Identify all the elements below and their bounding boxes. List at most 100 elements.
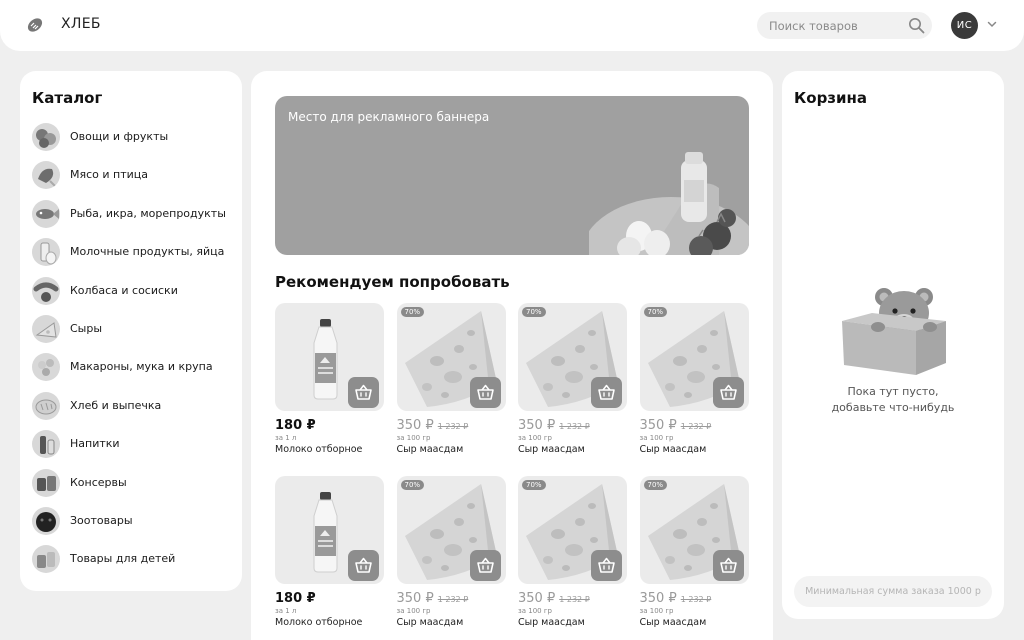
product-image[interactable]: 70% (639, 303, 749, 411)
product-card[interactable]: 70% 350 ₽1 232 ₽ за 100 гр Сыр маасдам (396, 303, 506, 463)
product-image[interactable] (275, 476, 384, 584)
product-price: 350 ₽1 232 ₽ (640, 418, 712, 433)
product-name[interactable]: Молоко отборное (275, 444, 362, 455)
product-unit: за 1 л (275, 607, 297, 615)
product-card[interactable]: 70% 350 ₽1 232 ₽ за 100 гр Сыр маасдам (639, 303, 749, 463)
product-image[interactable]: 70% (396, 476, 506, 584)
add-to-cart-button[interactable] (591, 377, 622, 408)
bread-logo-icon[interactable] (26, 16, 44, 34)
add-to-cart-button[interactable] (712, 550, 744, 581)
add-to-cart-button[interactable] (591, 550, 622, 581)
product-card[interactable]: 70% 350 ₽1 232 ₽ за 100 гр Сыр маасдам (518, 476, 627, 636)
catalog-item[interactable]: Сыры (32, 315, 237, 345)
basket-icon (476, 384, 494, 400)
product-name[interactable]: Сыр маасдам (518, 444, 585, 455)
catalog-item-label: Консервы (70, 475, 127, 489)
product-unit: за 100 гр (518, 607, 552, 615)
catalog-item[interactable]: Макароны, мука и крупа (32, 353, 237, 383)
add-to-cart-button[interactable] (469, 550, 501, 581)
catalog-panel: Каталог Овощи и фрукты Мясо и птица Рыба, … (20, 71, 242, 591)
chevron-down-icon[interactable] (986, 18, 998, 30)
product-price: 350 ₽1 232 ₽ (397, 418, 469, 433)
catalog-item[interactable]: Колбаса и сосиски (32, 276, 237, 307)
product-name[interactable]: Сыр маасдам (640, 444, 707, 455)
product-price: 180 ₽ (275, 418, 316, 433)
product-card[interactable]: 70% 350 ₽1 232 ₽ за 100 гр Сыр маасдам (518, 303, 627, 463)
sausage-icon (32, 276, 60, 305)
catalog-item-label: Овощи и фрукты (70, 130, 169, 143)
brand-name[interactable]: ХЛЕБ (61, 16, 101, 32)
add-to-cart-button[interactable] (469, 377, 501, 408)
price-value: 350 ₽ (396, 591, 434, 606)
user-avatar[interactable]: ИС (951, 12, 978, 39)
product-image[interactable]: 70% (518, 303, 627, 411)
search-box[interactable] (757, 12, 932, 39)
cart-panel: Корзина Пока тут пусто, добавьте что-ниб… (782, 71, 1004, 619)
old-price: 1 232 ₽ (559, 422, 590, 431)
product-unit: за 100 гр (639, 607, 674, 615)
cheese-icon (32, 315, 60, 343)
product-unit: за 1 л (275, 434, 297, 442)
basket-icon (719, 384, 737, 400)
catalog-item[interactable]: Овощи и фрукты (32, 123, 237, 153)
add-to-cart-button[interactable] (348, 377, 379, 408)
cart-title: Корзина (794, 89, 868, 107)
catalog-item-label: Напитки (70, 437, 120, 451)
product-card[interactable]: 180 ₽ за 1 л Молоко отборное (275, 476, 384, 636)
catalog-item[interactable]: Товары для детей (32, 545, 237, 575)
empty-cart-bear-icon (842, 288, 946, 375)
catalog-item-label: Рыба, икра, морепродукты (70, 206, 226, 220)
search-input[interactable] (769, 12, 909, 39)
search-icon[interactable] (908, 17, 925, 34)
canned-icon (32, 468, 60, 497)
vegetables-icon (32, 123, 60, 151)
discount-badge: 70% (522, 307, 546, 317)
basket-icon (476, 557, 494, 573)
product-name[interactable]: Молоко отборное (275, 617, 362, 628)
discount-badge: 70% (643, 480, 668, 490)
fish-icon (32, 199, 60, 228)
catalog-item[interactable]: Молочные продукты, яйца (32, 238, 237, 268)
cart-empty-message: Пока тут пусто, добавьте что-нибудь (782, 384, 1004, 416)
product-card[interactable]: 180 ₽ за 1 л Молоко отборное (275, 303, 384, 463)
kids-icon (32, 545, 60, 574)
add-to-cart-button[interactable] (348, 550, 379, 581)
catalog-item-label: Молочные продукты, яйца (70, 245, 225, 259)
catalog-item[interactable]: Консервы (32, 468, 237, 499)
promo-banner[interactable]: Место для рекламного баннера (275, 96, 749, 255)
min-order-button[interactable]: Минимальная сумма заказа 1000 р (794, 576, 992, 607)
top-bar: ХЛЕБ ИС (0, 0, 1024, 51)
old-price: 1 232 ₽ (559, 595, 590, 604)
product-price: 350 ₽1 232 ₽ (397, 591, 469, 606)
product-image[interactable]: 70% (639, 476, 749, 584)
product-name[interactable]: Сыр маасдам (397, 444, 464, 455)
product-price: 350 ₽1 232 ₽ (518, 418, 590, 433)
product-name[interactable]: Сыр маасдам (518, 617, 585, 628)
catalog-item[interactable]: Зоотовары (32, 507, 237, 537)
product-unit: за 100 гр (396, 434, 431, 442)
product-name[interactable]: Сыр маасдам (397, 617, 464, 628)
product-image[interactable]: 70% (518, 476, 627, 584)
catalog-item[interactable]: Мясо и птица (32, 161, 237, 191)
old-price: 1 232 ₽ (437, 595, 469, 604)
catalog-title: Каталог (32, 89, 103, 107)
catalog-item[interactable]: Напитки (32, 430, 237, 460)
catalog-item-label: Мясо и птица (70, 168, 149, 182)
product-name[interactable]: Сыр маасдам (640, 617, 707, 628)
product-card[interactable]: 70% 350 ₽1 232 ₽ за 100 гр Сыр маасдам (639, 476, 749, 636)
banner-dairy-illustration (589, 152, 749, 255)
product-price: 180 ₽ (275, 591, 316, 606)
add-to-cart-button[interactable] (712, 377, 744, 408)
basket-icon (719, 557, 737, 573)
product-image[interactable] (275, 303, 384, 411)
discount-badge: 70% (400, 307, 425, 317)
bread-icon (32, 391, 60, 420)
product-card[interactable]: 70% 350 ₽1 232 ₽ за 100 гр Сыр маасдам (396, 476, 506, 636)
price-value: 350 ₽ (639, 591, 677, 606)
catalog-item[interactable]: Рыба, икра, морепродукты (32, 199, 237, 230)
catalog-item-label: Хлеб и выпечка (70, 398, 162, 412)
price-value: 180 ₽ (275, 418, 316, 433)
product-image[interactable]: 70% (396, 303, 506, 411)
catalog-item[interactable]: Хлеб и выпечка (32, 391, 237, 422)
product-unit: за 100 гр (396, 607, 431, 615)
